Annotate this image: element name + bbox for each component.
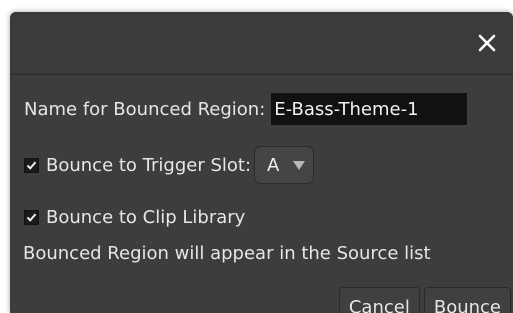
name-row: Name for Bounced Region: bbox=[24, 93, 468, 125]
dialog-buttons: Cancel Bounce bbox=[335, 287, 511, 313]
clip-library-row: Bounce to Clip Library bbox=[24, 207, 245, 228]
checkmark-icon bbox=[26, 161, 37, 170]
name-label: Name for Bounced Region: bbox=[24, 98, 266, 120]
close-button[interactable] bbox=[475, 31, 499, 55]
trigger-slot-select[interactable]: A bbox=[254, 146, 315, 184]
info-text: Bounced Region will appear in the Source… bbox=[23, 243, 431, 264]
close-icon bbox=[478, 34, 496, 52]
checkmark-icon bbox=[26, 213, 37, 222]
trigger-slot-checkbox[interactable] bbox=[24, 157, 39, 173]
trigger-slot-row: Bounce to Trigger Slot: A bbox=[24, 146, 315, 184]
region-name-input[interactable] bbox=[271, 93, 468, 125]
dialog-titlebar bbox=[10, 12, 513, 75]
trigger-slot-label: Bounce to Trigger Slot: bbox=[46, 154, 252, 176]
cancel-button[interactable]: Cancel bbox=[338, 287, 420, 313]
bounce-region-dialog: Name for Bounced Region: Bounce to Trigg… bbox=[10, 12, 513, 313]
clip-library-checkbox[interactable] bbox=[24, 210, 39, 225]
clip-library-label: Bounce to Clip Library bbox=[46, 207, 246, 228]
dropdown-arrow-icon bbox=[293, 161, 306, 170]
bounce-button[interactable]: Bounce bbox=[423, 287, 511, 313]
trigger-slot-value: A bbox=[267, 154, 280, 176]
dialog-body: Name for Bounced Region: Bounce to Trigg… bbox=[10, 75, 513, 313]
